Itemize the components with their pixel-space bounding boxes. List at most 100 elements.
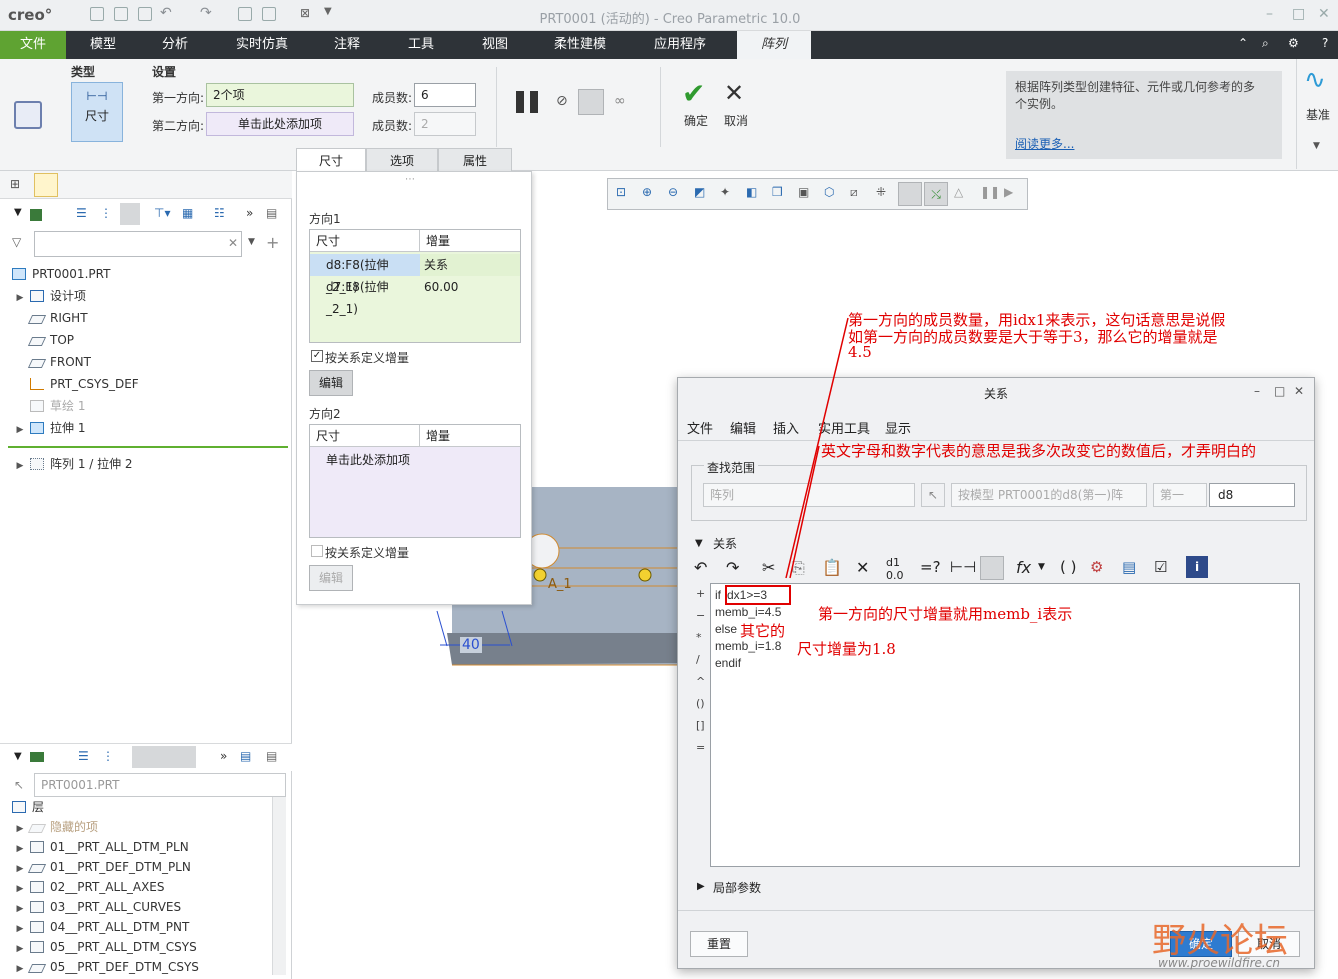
local-params-label[interactable]: 局部参数	[713, 879, 761, 896]
zoom-in-icon[interactable]: ⊕	[642, 185, 652, 199]
datum-display-icon[interactable]: ⧄	[850, 185, 858, 200]
layer-filter-icon[interactable]: ⋮	[102, 749, 114, 763]
spin-center-icon[interactable]: △	[954, 185, 963, 199]
redo-icon[interactable]: ↷	[726, 558, 739, 577]
operator-parens[interactable]: ()	[696, 697, 705, 710]
tab-options[interactable]: 选项	[366, 148, 438, 172]
dialog-menu-utilities[interactable]: 实用工具	[818, 418, 870, 437]
layer-model-selector[interactable]: PRT0001.PRT	[34, 773, 286, 797]
no-preview-icon[interactable]: ⊘	[556, 93, 568, 109]
dialog-menu-display[interactable]: 显示	[885, 418, 911, 437]
datum-label[interactable]: 基准	[1306, 106, 1330, 123]
model-tree-tab-icon[interactable]: ⊞	[10, 177, 20, 191]
scope-reference-select[interactable]: 按模型 PRT0001的d8(第一)阵	[951, 483, 1147, 507]
operator-power[interactable]: ^	[696, 675, 705, 688]
info-icon[interactable]: i	[1186, 556, 1208, 578]
menu-view[interactable]: 视图	[466, 31, 524, 59]
relation-checkbox-1[interactable]: ✓	[311, 350, 323, 362]
dir1-row-dim[interactable]: d7:F8(拉伸_2_1)	[310, 276, 420, 316]
tree-sort-icon[interactable]: ⊤▾	[154, 206, 170, 220]
members1-input[interactable]: 6	[414, 83, 476, 107]
operator-divide[interactable]: /	[696, 653, 700, 666]
clear-search-icon[interactable]: ✕	[228, 236, 238, 250]
tree-item-sketch[interactable]: 草绘 1	[30, 396, 85, 416]
operator-plus[interactable]: +	[696, 587, 705, 600]
reset-button[interactable]: 重置	[690, 931, 748, 957]
undo-icon[interactable]: ↶	[694, 558, 707, 577]
next-icon[interactable]: ▶	[1004, 185, 1013, 199]
verify-icon[interactable]: ☑	[1154, 558, 1167, 576]
tree-settings-icon[interactable]: ▼	[14, 207, 22, 218]
scope-dimension-select[interactable]: d8	[1209, 483, 1295, 507]
tree-item-design-items[interactable]: ▶ 设计项	[14, 286, 86, 306]
cut-icon[interactable]: ✂	[762, 558, 775, 577]
menu-tools[interactable]: 工具	[392, 31, 450, 59]
tree-item-front[interactable]: FRONT	[27, 352, 91, 372]
layer-item[interactable]: ▶ 02__PRT_ALL_AXES	[14, 877, 165, 897]
close-icon[interactable]: ✕	[1318, 6, 1330, 22]
expand-icon[interactable]: ▶	[14, 879, 26, 899]
maximize-icon[interactable]: □	[1292, 6, 1305, 22]
dimension-insert-icon[interactable]: ⊢⊣	[950, 558, 976, 576]
dir1-row-inc[interactable]: 关系	[420, 254, 520, 276]
layer-properties-icon[interactable]: ▤	[240, 749, 251, 763]
brackets-icon[interactable]: ( )	[1060, 558, 1076, 576]
expand-icon[interactable]: ▶	[14, 819, 26, 839]
relations-collapse-icon[interactable]: ▼	[695, 538, 703, 549]
menu-applications[interactable]: 应用程序	[640, 31, 720, 59]
spin-icon[interactable]: ✦	[720, 185, 730, 199]
settings-icon[interactable]: ⚙	[1288, 36, 1299, 50]
folder-browser-tab-icon[interactable]	[34, 173, 58, 197]
tree-item-pattern[interactable]: ▶ 阵列 1 / 拉伸 2	[14, 454, 133, 474]
tree-item-top[interactable]: TOP	[27, 330, 74, 350]
open-file-icon[interactable]	[114, 7, 128, 21]
sort-icon[interactable]: ▤	[1122, 558, 1136, 576]
dir1-row-inc[interactable]: 60.00	[420, 276, 520, 298]
tree-item-extrude[interactable]: ▶ 拉伸 1	[14, 418, 86, 438]
dimension-type-button[interactable]: ⊢⊣ 尺寸	[71, 82, 123, 142]
operator-brackets[interactable]: []	[696, 719, 705, 732]
tree-columns-icon[interactable]	[120, 203, 140, 225]
menu-simulation[interactable]: 实时仿真	[224, 31, 300, 59]
edit-button-2[interactable]: 编辑	[309, 565, 353, 591]
display-toggle-icon[interactable]	[980, 556, 1004, 580]
expand-icon[interactable]: ▶	[14, 899, 26, 919]
scope-direction-select[interactable]: 第一	[1153, 483, 1207, 507]
layer-scrollbar[interactable]	[272, 797, 286, 975]
read-more-link[interactable]: 阅读更多...	[1015, 135, 1074, 152]
view-manager-icon[interactable]: ▣	[798, 185, 809, 199]
dialog-menu-edit[interactable]: 编辑	[730, 418, 756, 437]
menu-model[interactable]: 模型	[74, 31, 132, 59]
add-filter-icon[interactable]: +	[266, 233, 279, 252]
help-icon[interactable]: ?	[1322, 36, 1328, 50]
redo-icon[interactable]: ↷	[200, 5, 212, 21]
layer-item[interactable]: ▶ 05__PRT_ALL_DTM_CSYS	[14, 937, 197, 957]
search-options-icon[interactable]: ▼	[248, 237, 255, 247]
zoom-out-icon[interactable]: ⊖	[668, 185, 678, 199]
function-dropdown-icon[interactable]: ▼	[1038, 562, 1045, 572]
layer-view-icons[interactable]	[132, 746, 196, 768]
scope-type-select[interactable]: 阵列	[703, 483, 915, 507]
delete-icon[interactable]: ✕	[856, 558, 869, 577]
menu-analysis[interactable]: 分析	[146, 31, 204, 59]
save-icon[interactable]	[138, 7, 152, 21]
ok-check-icon[interactable]: ✔	[682, 77, 705, 110]
layer-item[interactable]: ▶ 04__PRT_ALL_DTM_PNT	[14, 917, 190, 937]
windows-icon[interactable]	[262, 7, 276, 21]
tab-dimensions[interactable]: 尺寸	[296, 148, 366, 172]
tree-report-icon[interactable]: ▤	[266, 206, 277, 220]
dialog-minimize-icon[interactable]: –	[1254, 384, 1260, 398]
function-icon[interactable]: fx	[1016, 558, 1031, 577]
customize-qa-icon[interactable]: ▼	[324, 6, 332, 17]
expand-icon[interactable]: ▶	[14, 456, 26, 476]
pause-icon-bar2[interactable]	[530, 91, 538, 113]
undo-icon[interactable]: ↶	[160, 5, 172, 21]
geometry-preview-icon[interactable]	[578, 89, 604, 115]
menu-file[interactable]: 文件	[0, 31, 66, 59]
local-params-expand-icon[interactable]: ▶	[697, 881, 705, 892]
expand-icon[interactable]: ▶	[14, 939, 26, 959]
csys-display-icon[interactable]: ⤯	[924, 182, 948, 206]
layer-item[interactable]: ▶ 01__PRT_ALL_DTM_PLN	[14, 837, 189, 857]
dir1-collector[interactable]: 2个项	[206, 83, 354, 107]
repaint-icon[interactable]: ◩	[694, 185, 705, 199]
